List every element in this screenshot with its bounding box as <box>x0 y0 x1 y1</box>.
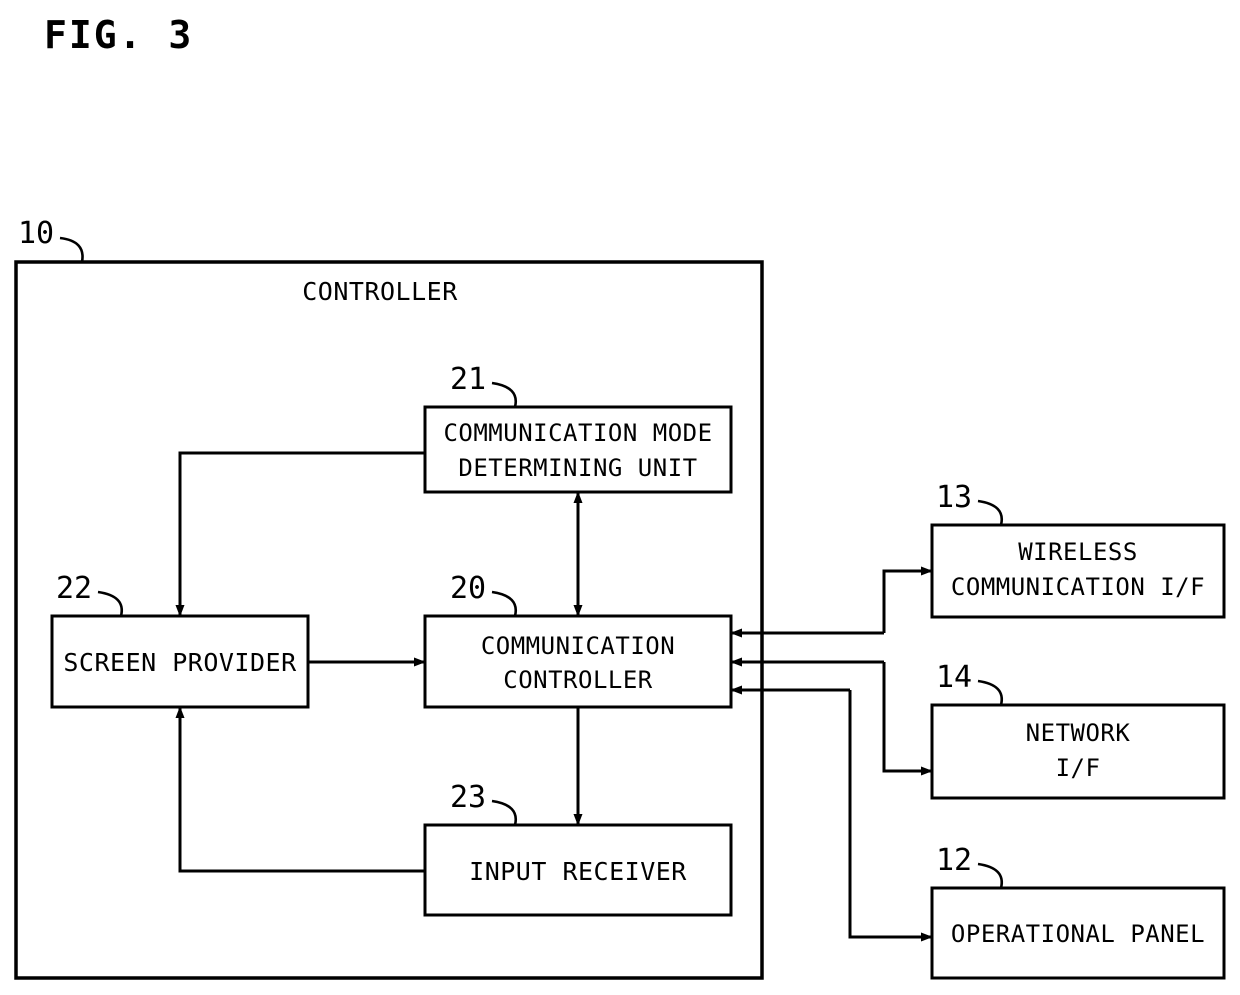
leader-line-20 <box>491 590 518 617</box>
ref-number-20: 20 <box>450 571 486 606</box>
patent-figure-diagram: FIG. 3 CONTROLLER 10 COMMUNICATION MODE … <box>14 13 1226 980</box>
connector-21-to-22 <box>175 451 425 617</box>
leader-line-12 <box>977 862 1004 889</box>
block-13-line2: COMMUNICATION I/F <box>951 573 1205 601</box>
block-21-line1: COMMUNICATION MODE <box>443 419 712 447</box>
block-22-line1: SCREEN PROVIDER <box>63 648 297 677</box>
ref-number-22: 22 <box>56 571 92 606</box>
block-20-line2: CONTROLLER <box>503 666 653 694</box>
ref-number-21: 21 <box>450 362 486 397</box>
controller-label: CONTROLLER <box>302 277 458 306</box>
figure-title: FIG. 3 <box>44 13 193 57</box>
connector-20-to-12 <box>848 690 933 942</box>
leader-line-23 <box>491 799 518 826</box>
leader-line-22 <box>97 590 124 617</box>
ref-number-10: 10 <box>18 216 54 251</box>
leader-line-21 <box>491 381 518 408</box>
ref-number-23: 23 <box>450 780 486 815</box>
leader-line-13 <box>977 499 1004 526</box>
connector-20-to-14 <box>882 662 933 776</box>
leader-line-14 <box>977 679 1004 706</box>
ref-number-12: 12 <box>936 843 972 878</box>
leader-line-10 <box>59 236 84 263</box>
block-20-line1: COMMUNICATION <box>481 632 675 660</box>
block-21-line2: DETERMINING UNIT <box>458 454 697 482</box>
block-14-line2: I/F <box>1056 754 1101 782</box>
ref-number-14: 14 <box>936 660 972 695</box>
ref-number-13: 13 <box>936 480 972 515</box>
connector-23-to-22 <box>175 706 425 873</box>
block-12-line1: OPERATIONAL PANEL <box>951 920 1205 948</box>
block-13-line1: WIRELESS <box>1018 538 1138 566</box>
block-14-line1: NETWORK <box>1026 719 1131 747</box>
connector-20-to-13 <box>882 566 933 633</box>
block-23-line1: INPUT RECEIVER <box>469 857 687 886</box>
figure-canvas: FIG. 3 CONTROLLER 10 COMMUNICATION MODE … <box>0 0 1240 995</box>
